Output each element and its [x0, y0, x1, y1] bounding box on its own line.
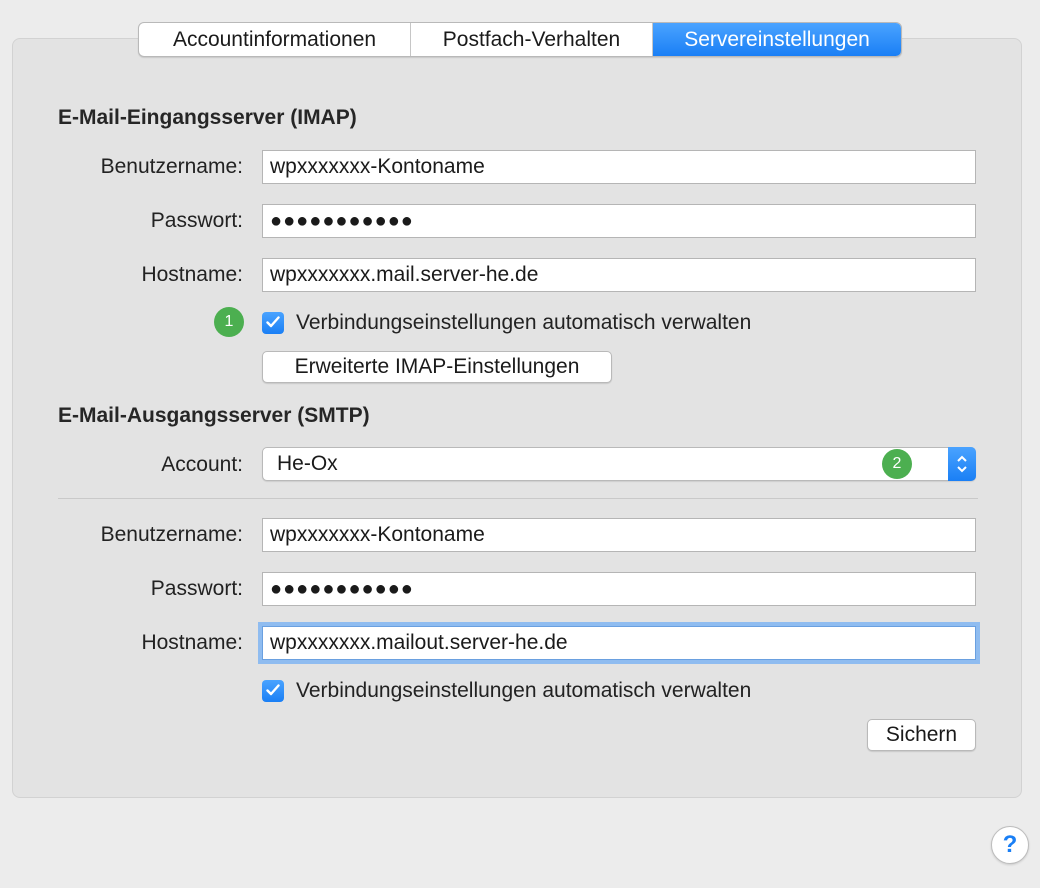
help-button[interactable]: ? — [991, 826, 1029, 864]
outgoing-username-label: Benutzername: — [100, 523, 243, 546]
outgoing-auto-manage-row: Verbindungseinstellungen automatisch ver… — [262, 679, 751, 703]
outgoing-auto-manage-checkbox[interactable] — [262, 680, 284, 702]
save-button[interactable]: Sichern — [867, 719, 976, 751]
outgoing-account-value: He-Ox — [277, 452, 338, 475]
incoming-username-label: Benutzername: — [100, 155, 243, 178]
up-down-chevron-icon — [948, 447, 976, 481]
incoming-auto-manage-checkbox[interactable] — [262, 312, 284, 334]
incoming-password-field[interactable]: ●●●●●●●●●●● — [262, 204, 976, 238]
outgoing-auto-manage-label: Verbindungseinstellungen automatisch ver… — [296, 679, 752, 702]
tab-bar: Accountinformationen Postfach-Verhalten … — [138, 22, 902, 57]
outgoing-hostname-label: Hostname: — [141, 631, 243, 654]
tab-account-info[interactable]: Accountinformationen — [139, 23, 411, 56]
incoming-auto-manage-label: Verbindungseinstellungen automatisch ver… — [296, 311, 752, 334]
incoming-username-field[interactable]: wpxxxxxxx-Kontoname — [262, 150, 976, 184]
outgoing-hostname-field[interactable]: wpxxxxxxx.mailout.server-he.de — [258, 622, 980, 664]
incoming-password-label: Passwort: — [150, 209, 243, 232]
incoming-section-title: E-Mail-Eingangsserver (IMAP) — [58, 106, 357, 129]
outgoing-account-select[interactable]: He-Ox — [262, 447, 976, 481]
outgoing-password-label: Passwort: — [150, 577, 243, 600]
incoming-auto-manage-row: Verbindungseinstellungen automatisch ver… — [262, 311, 751, 335]
checkmark-icon — [266, 684, 280, 696]
checkmark-icon — [266, 316, 280, 328]
incoming-hostname-field[interactable]: wpxxxxxxx.mail.server-he.de — [262, 258, 976, 292]
outgoing-section-title: E-Mail-Ausgangsserver (SMTP) — [58, 404, 370, 427]
advanced-imap-settings-button[interactable]: Erweiterte IMAP-Einstellungen — [262, 351, 612, 383]
annotation-badge-2: 2 — [882, 449, 912, 479]
outgoing-account-label: Account: — [161, 453, 243, 476]
outgoing-username-field[interactable]: wpxxxxxxx-Kontoname — [262, 518, 976, 552]
tab-mailbox-behavior[interactable]: Postfach-Verhalten — [411, 23, 653, 56]
annotation-badge-1: 1 — [214, 307, 244, 337]
tab-server-settings[interactable]: Servereinstellungen — [653, 23, 901, 56]
section-divider — [58, 498, 978, 499]
outgoing-password-field[interactable]: ●●●●●●●●●●● — [262, 572, 976, 606]
incoming-hostname-label: Hostname: — [141, 263, 243, 286]
